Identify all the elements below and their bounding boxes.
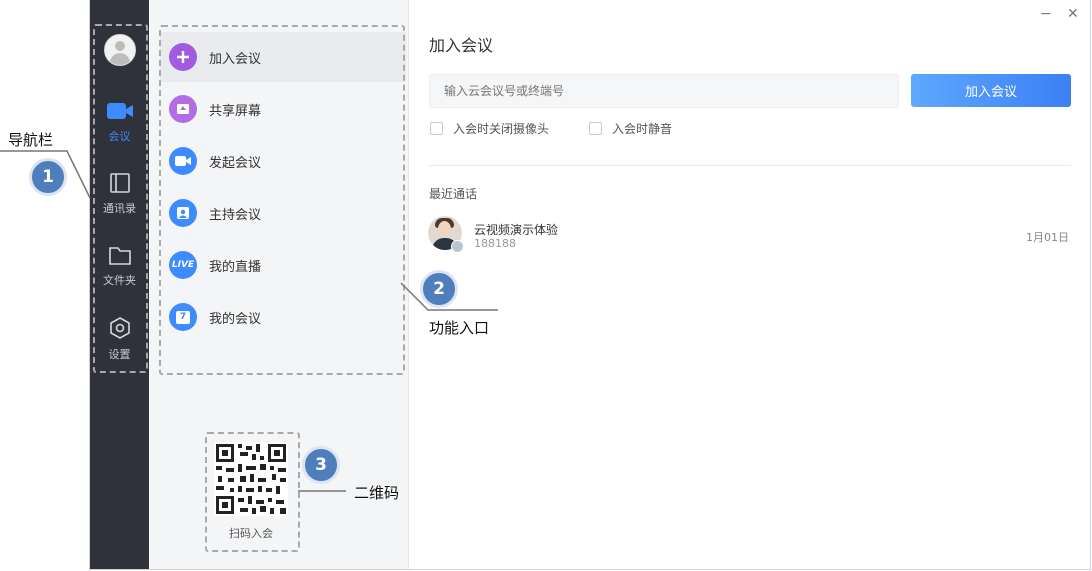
annotation-label-qr: 二维码 [354, 484, 400, 502]
annotation-leader-lines [0, 150, 498, 492]
annotation-marker-1: 1 [29, 158, 67, 196]
annotation-label-menu: 功能入口 [429, 319, 490, 337]
annotation-marker-2: 2 [420, 270, 458, 308]
annotation-marker-3: 3 [302, 446, 340, 484]
annotation-label-nav: 导航栏 [8, 131, 54, 149]
